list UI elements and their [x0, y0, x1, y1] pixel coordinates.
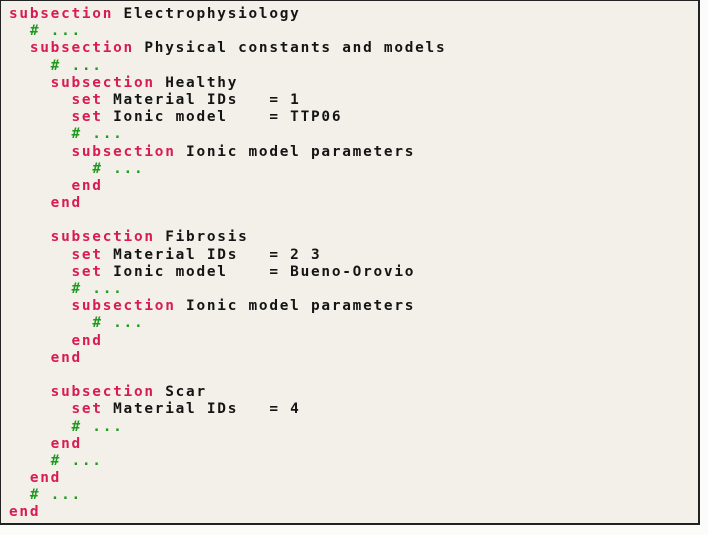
code-text: Scar — [154, 384, 207, 401]
code-text: Healthy — [154, 74, 239, 91]
code-keyword: end — [50, 435, 82, 452]
code-line: subsection Scar — [9, 384, 446, 401]
code-line: # ... — [9, 58, 446, 75]
code-keyword: end — [9, 504, 41, 521]
code-line: subsection Ionic model parameters — [9, 144, 446, 161]
code-text: Ionic model = Bueno-Orovio — [102, 263, 416, 280]
code-line: subsection Physical constants and models — [9, 40, 446, 57]
code-text: Fibrosis — [154, 229, 249, 246]
code-line: set Ionic model = TTP06 — [9, 109, 446, 126]
code-comment: # ... — [29, 23, 82, 40]
code-comment: # ... — [92, 315, 145, 332]
code-line: subsection Ionic model parameters — [9, 298, 446, 315]
code-keyword: end — [71, 177, 103, 194]
code-text: Electrophysiology — [113, 6, 301, 22]
code-keyword: subsection — [71, 298, 176, 315]
code-line: # ... — [9, 281, 446, 298]
code-line: end — [9, 504, 446, 521]
code-keyword: set — [71, 263, 103, 280]
code-line: # ... — [9, 23, 446, 40]
code-comment: # ... — [92, 160, 145, 177]
code-line: subsection Fibrosis — [9, 229, 446, 246]
code-listing: subsection Electrophysiology # ... subse… — [9, 6, 446, 522]
code-line: end — [9, 436, 446, 453]
code-text: Material IDs = 2 3 — [102, 246, 322, 263]
code-line: # ... — [9, 126, 446, 143]
code-keyword: end — [71, 332, 103, 349]
code-line: # ... — [9, 315, 446, 332]
code-line: set Material IDs = 1 — [9, 92, 446, 109]
code-comment: # ... — [50, 57, 103, 74]
code-line: set Ionic model = Bueno-Orovio — [9, 264, 446, 281]
code-line: # ... — [9, 419, 446, 436]
code-text: Material IDs = 1 — [102, 91, 301, 108]
code-line: set Material IDs = 2 3 — [9, 247, 446, 264]
code-text: Ionic model parameters — [175, 143, 416, 160]
code-keyword: subsection — [71, 143, 176, 160]
code-keyword: end — [29, 470, 62, 487]
code-keyword: subsection — [29, 40, 134, 57]
code-line: end — [9, 350, 446, 367]
code-keyword: set — [71, 246, 103, 263]
code-comment: # ... — [71, 281, 124, 297]
code-comment: # ... — [29, 487, 82, 504]
code-line: # ... — [9, 453, 446, 470]
code-line: set Material IDs = 4 — [9, 401, 446, 418]
code-keyword: set — [71, 109, 103, 126]
code-text: Physical constants and models — [133, 40, 447, 57]
code-line: end — [9, 470, 446, 487]
code-listing-box: subsection Electrophysiology # ... subse… — [0, 0, 700, 525]
code-keyword: subsection — [50, 229, 155, 246]
code-keyword: set — [71, 401, 103, 418]
code-comment: # ... — [71, 418, 124, 435]
code-keyword: subsection — [9, 6, 114, 22]
code-keyword: end — [50, 349, 82, 366]
code-line: subsection Electrophysiology — [9, 6, 446, 23]
code-keyword: end — [50, 195, 82, 212]
code-text: Ionic model = TTP06 — [102, 109, 343, 126]
code-text: Material IDs = 4 — [102, 401, 301, 418]
code-keyword: subsection — [50, 74, 155, 91]
code-line: end — [9, 178, 446, 195]
code-line: subsection Healthy — [9, 75, 446, 92]
code-line: end — [9, 333, 446, 350]
code-comment: # ... — [50, 452, 103, 469]
code-line: # ... — [9, 487, 446, 504]
code-keyword: set — [71, 91, 103, 108]
code-keyword: subsection — [50, 384, 155, 401]
code-text: Ionic model parameters — [175, 298, 416, 315]
code-line: end — [9, 195, 446, 212]
code-comment: # ... — [71, 126, 124, 143]
code-line: # ... — [9, 161, 446, 178]
